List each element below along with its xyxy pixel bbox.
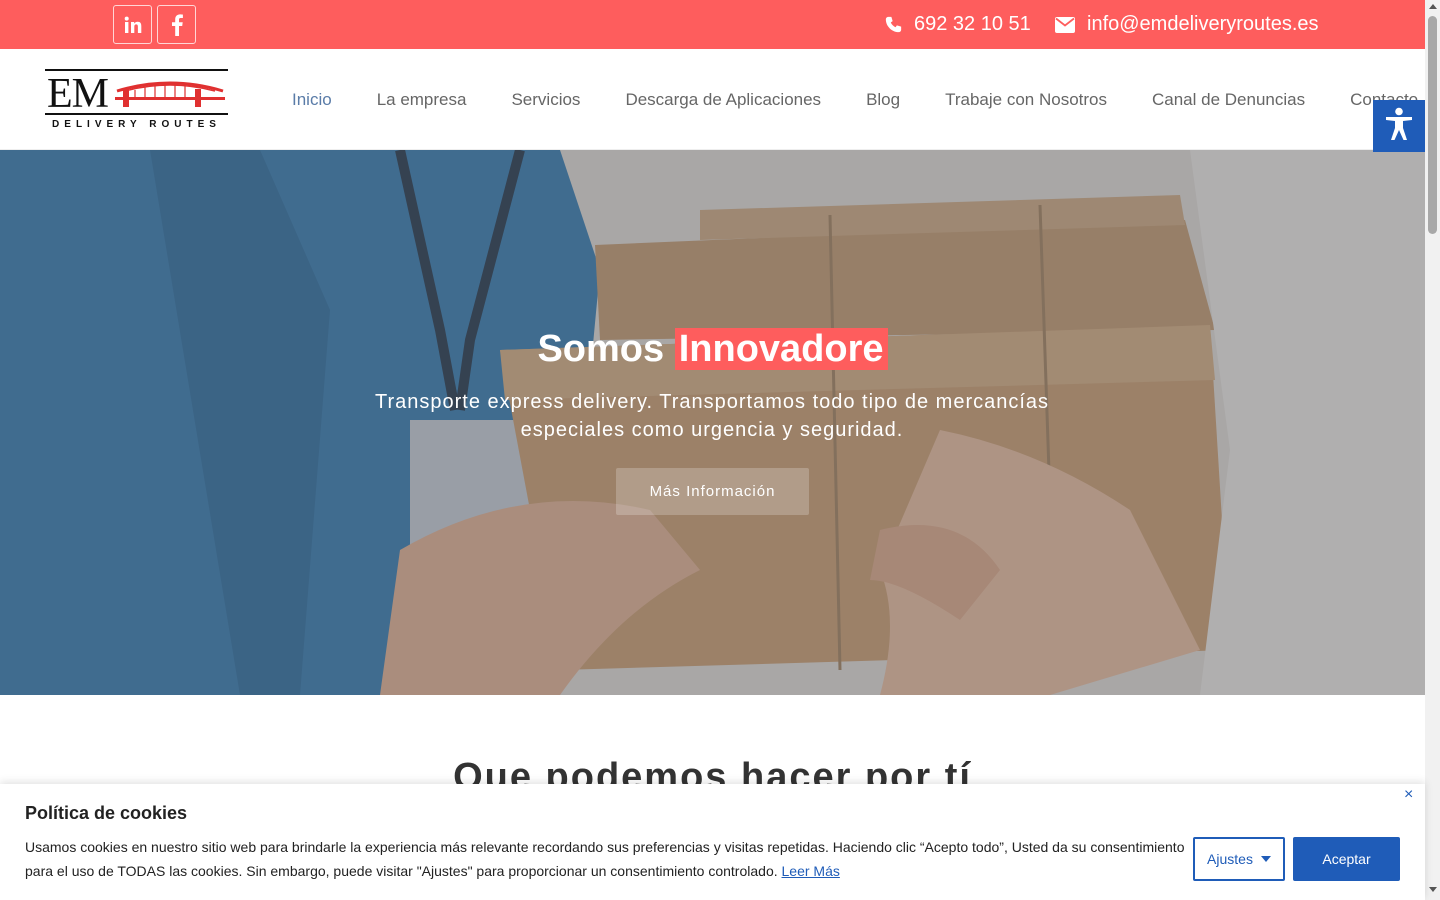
nav-item-descarga-aplicaciones[interactable]: Descarga de Aplicaciones <box>625 90 821 110</box>
hero-section: Somos Innovadore Transporte express deli… <box>0 150 1425 695</box>
read-more-link[interactable]: Leer Más <box>782 863 840 879</box>
phone-contact[interactable]: 692 32 10 51 <box>885 0 1031 49</box>
page-scrollbar[interactable] <box>1425 0 1440 900</box>
bridge-logo-icon <box>115 81 225 107</box>
cookie-banner: × Política de cookies Usamos cookies en … <box>0 784 1425 900</box>
nav-item-inicio[interactable]: Inicio <box>292 90 332 110</box>
logo-rule-top <box>45 69 228 71</box>
email-address: info@emdeliveryroutes.es <box>1087 13 1319 35</box>
hero-title-highlight: Innovadore <box>674 328 888 370</box>
logo-rule-bottom <box>45 113 228 115</box>
phone-number: 692 32 10 51 <box>914 13 1031 35</box>
logo-wordmark: EM <box>47 71 109 117</box>
accessibility-button[interactable] <box>1373 100 1425 152</box>
hero-subtitle: Transporte express delivery. Transportam… <box>374 391 1050 441</box>
envelope-icon <box>1055 16 1075 33</box>
cookie-settings-label: Ajustes <box>1207 851 1253 867</box>
accept-cookies-button[interactable]: Aceptar <box>1293 837 1400 881</box>
cookie-title: Política de cookies <box>25 803 188 823</box>
caret-down-icon <box>1260 856 1271 862</box>
linkedin-icon <box>123 15 143 35</box>
cookie-text: Usamos cookies en nuestro sitio web para… <box>25 835 1185 883</box>
nav-item-servicios[interactable]: Servicios <box>511 90 580 110</box>
nav-item-la-empresa[interactable]: La empresa <box>377 90 467 110</box>
accessibility-icon <box>1384 107 1414 146</box>
hero-title: Somos Innovadore <box>0 328 1425 371</box>
more-info-button[interactable]: Más Información <box>616 468 809 515</box>
facebook-icon <box>171 13 183 36</box>
nav-item-trabaje-con-nosotros[interactable]: Trabaje con Nosotros <box>945 90 1107 110</box>
top-bar: 692 32 10 51 info@emdeliveryroutes.es <box>0 0 1425 49</box>
facebook-link[interactable] <box>157 5 196 44</box>
scroll-up-arrow-icon[interactable] <box>1429 4 1437 9</box>
site-header: EM DELIVERY ROUTES Inicio La empresa Ser… <box>0 49 1425 150</box>
phone-icon <box>885 16 902 33</box>
site-logo[interactable]: EM DELIVERY ROUTES <box>45 69 228 132</box>
close-icon[interactable]: × <box>1404 786 1413 804</box>
hero-title-prefix: Somos <box>537 328 665 370</box>
cookie-message: Usamos cookies en nuestro sitio web para… <box>25 839 1185 879</box>
scroll-thumb[interactable] <box>1428 16 1437 234</box>
nav-item-blog[interactable]: Blog <box>866 90 900 110</box>
nav-item-canal-de-denuncias[interactable]: Canal de Denuncias <box>1152 90 1305 110</box>
main-nav: Inicio La empresa Servicios Descarga de … <box>292 49 1440 150</box>
linkedin-link[interactable] <box>113 5 152 44</box>
email-contact[interactable]: info@emdeliveryroutes.es <box>1055 0 1319 49</box>
logo-tagline: DELIVERY ROUTES <box>52 119 221 130</box>
scroll-down-arrow-icon[interactable] <box>1429 887 1437 892</box>
cookie-settings-button[interactable]: Ajustes <box>1193 837 1285 881</box>
